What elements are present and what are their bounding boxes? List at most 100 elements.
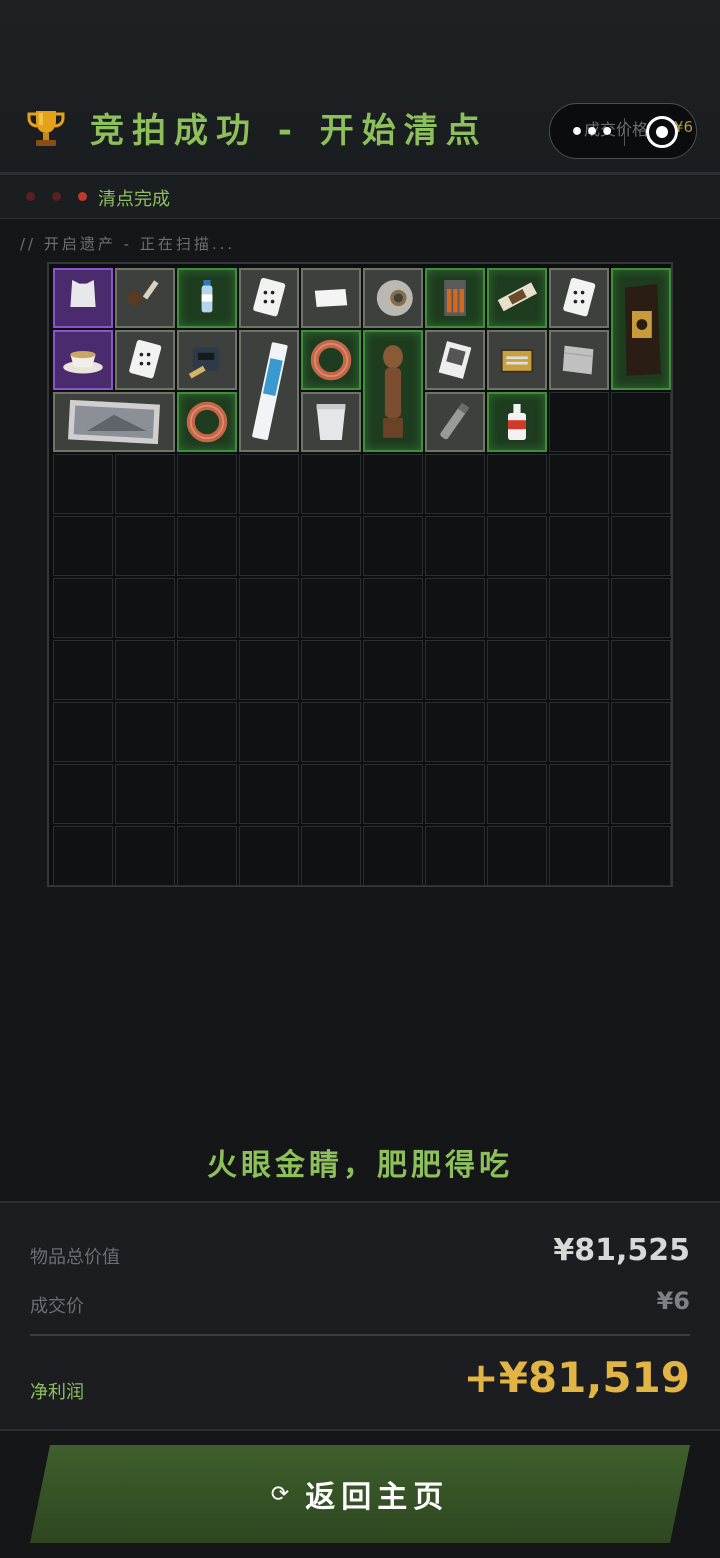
grid-cell — [487, 826, 547, 886]
return-home-button[interactable]: ⟳ 返回主页 — [30, 1445, 690, 1543]
grid-cell — [115, 578, 175, 638]
grid-cell — [239, 454, 299, 514]
playing-card-icon[interactable] — [549, 268, 609, 328]
grid-cell — [115, 516, 175, 576]
tape-measure-icon[interactable] — [177, 330, 237, 390]
grid-cell — [177, 640, 237, 700]
grid-cell — [177, 454, 237, 514]
grid-cell — [301, 764, 361, 824]
grid-cell — [177, 516, 237, 576]
value-summary: 物品总价值 ¥81,525 成交价 ¥6 净利润 +¥81,519 — [0, 1201, 720, 1431]
grid-cell — [363, 454, 423, 514]
cloth-icon[interactable] — [549, 330, 609, 390]
grid-cell — [549, 392, 609, 452]
grid-cell — [487, 516, 547, 576]
grid-cell — [549, 578, 609, 638]
grid-cell — [301, 516, 361, 576]
grid-cell — [239, 640, 299, 700]
grid-cell — [53, 826, 113, 886]
cable-coil-icon[interactable] — [177, 392, 237, 452]
deal-price-value: ¥6 — [656, 1287, 690, 1315]
snack-bar-icon[interactable] — [487, 268, 547, 328]
grid-cell — [301, 702, 361, 762]
water-bottle-icon[interactable] — [177, 268, 237, 328]
total-value-label: 物品总价值 — [30, 1247, 120, 1268]
trophy-icon — [27, 111, 65, 146]
grid-cell — [425, 702, 485, 762]
slogan: 火眼金睛，肥肥得吃 — [207, 1148, 513, 1183]
playing-card-icon[interactable] — [239, 268, 299, 328]
more-icon[interactable]: ••• — [570, 120, 615, 145]
cable-coil-icon[interactable] — [301, 330, 361, 390]
coffee-bag-icon[interactable] — [611, 268, 671, 390]
photograph-icon[interactable] — [53, 392, 175, 452]
grid-cell — [363, 826, 423, 886]
grid-cell — [425, 640, 485, 700]
grid-cell — [115, 764, 175, 824]
mini-program-capsule[interactable]: 成交价格 ¥6 ••• — [549, 103, 697, 159]
grid-cell — [363, 516, 423, 576]
grid-cell — [115, 640, 175, 700]
grid-cell — [611, 702, 671, 762]
grid-cell — [611, 764, 671, 824]
status-dot — [26, 192, 35, 201]
grid-cell — [177, 764, 237, 824]
glue-bottle-icon[interactable] — [487, 392, 547, 452]
status-dots — [26, 192, 87, 201]
total-value: ¥81,525 — [553, 1233, 690, 1268]
yogurt-cup-icon[interactable] — [301, 392, 361, 452]
grid-cell — [425, 764, 485, 824]
grid-cell — [549, 764, 609, 824]
grid-cell — [301, 826, 361, 886]
paint-brush-icon[interactable] — [115, 268, 175, 328]
grid-cell — [425, 578, 485, 638]
grid-cell — [549, 702, 609, 762]
wooden-statue-icon[interactable] — [363, 330, 423, 452]
teacup-icon[interactable] — [53, 330, 113, 390]
grid-cell — [611, 826, 671, 886]
body-armor-icon[interactable] — [53, 268, 113, 328]
grid-cell — [239, 516, 299, 576]
summary-divider — [30, 1334, 690, 1336]
grid-cell — [301, 578, 361, 638]
grid-cell — [115, 702, 175, 762]
return-home-label: 返回主页 — [305, 1480, 450, 1515]
grid-cell — [549, 454, 609, 514]
refresh-icon: ⟳ — [270, 1481, 290, 1507]
grid-cell — [53, 516, 113, 576]
close-icon[interactable] — [646, 116, 678, 148]
grid-cell — [301, 640, 361, 700]
grid-cell — [363, 640, 423, 700]
grid-cell — [611, 516, 671, 576]
grid-cell — [53, 702, 113, 762]
nails-box-icon[interactable] — [487, 330, 547, 390]
battery-pack-icon[interactable] — [425, 268, 485, 328]
grid-cell — [301, 454, 361, 514]
grid-cell — [177, 826, 237, 886]
grid-cell — [53, 578, 113, 638]
napkin-icon[interactable] — [301, 268, 361, 328]
grid-cell — [549, 826, 609, 886]
duct-tape-icon[interactable] — [363, 268, 423, 328]
grid-cell — [549, 516, 609, 576]
grid-cell — [611, 640, 671, 700]
grid-cell — [53, 454, 113, 514]
grid-cell — [425, 826, 485, 886]
grid-cell — [363, 702, 423, 762]
inventory-grid — [47, 262, 673, 887]
grid-cell — [53, 640, 113, 700]
net-profit-label: 净利润 — [30, 1382, 84, 1403]
playing-card-icon[interactable] — [115, 330, 175, 390]
grid-cell — [177, 702, 237, 762]
grid-cell — [487, 640, 547, 700]
grid-cell — [611, 454, 671, 514]
grid-cell — [425, 516, 485, 576]
status-dot — [52, 192, 61, 201]
flashlight-icon[interactable] — [425, 392, 485, 452]
status-dot — [78, 192, 87, 201]
grid-cell — [53, 764, 113, 824]
photo-card-icon[interactable] — [425, 330, 485, 390]
grid-cell — [487, 578, 547, 638]
toothpaste-icon[interactable] — [239, 330, 299, 452]
grid-cell — [425, 454, 485, 514]
